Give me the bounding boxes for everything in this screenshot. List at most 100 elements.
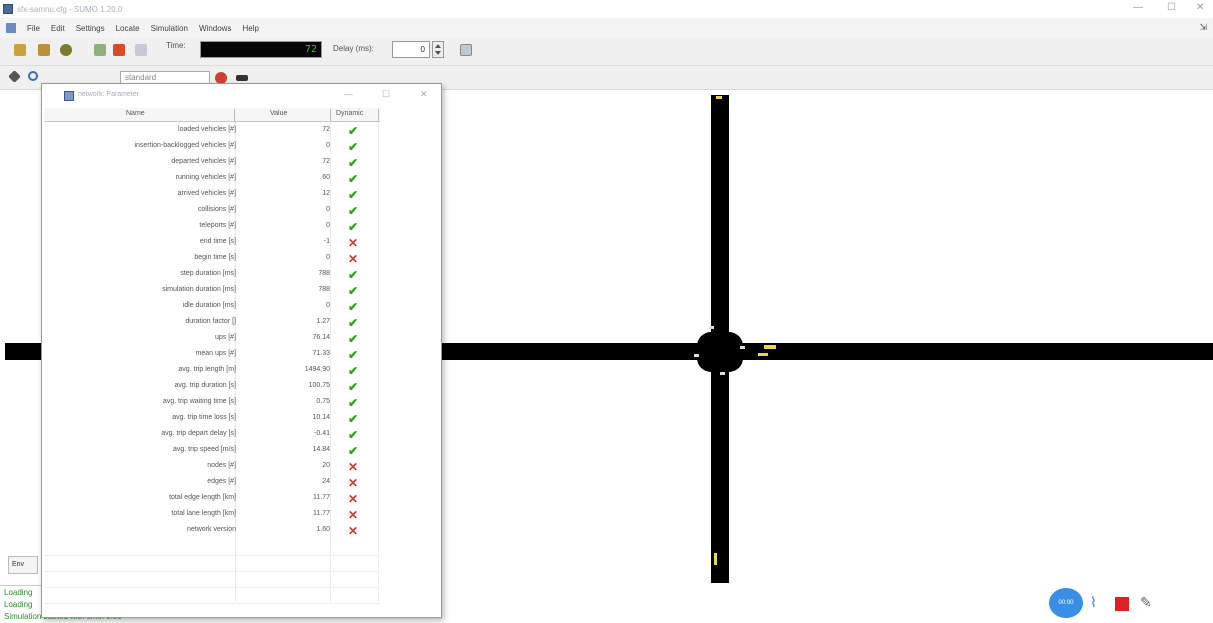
table-row[interactable]: begin time [s] 0 ✕	[44, 251, 380, 267]
parameter-name: collisions [#]	[197, 206, 236, 213]
table-row[interactable]: avg. trip duration [s] 100.75 ✔	[44, 379, 380, 395]
menu-file[interactable]: File	[27, 24, 40, 33]
delay-input[interactable]: 0	[392, 41, 430, 58]
table-header: Name Value Dynamic	[44, 108, 380, 122]
table-row[interactable]: insertion-backlogged vehicles [#] 0 ✔	[44, 139, 380, 155]
vehicle-marker[interactable]	[714, 553, 717, 565]
table-row[interactable]: network version 1.60 ✕	[44, 523, 380, 539]
parameter-name: loaded vehicles [#]	[178, 126, 236, 133]
parameter-value: 0.75	[316, 398, 330, 405]
menu-edit[interactable]: Edit	[51, 24, 65, 33]
stop-icon[interactable]	[113, 44, 125, 56]
zoom-icon[interactable]	[28, 71, 38, 81]
dialog-maximize-icon[interactable]: ☐	[382, 89, 390, 100]
table-row[interactable]: end time [s] -1 ✕	[44, 235, 380, 251]
maximize-icon[interactable]: ☐	[1167, 2, 1176, 13]
table-row[interactable]: arrived vehicles [#] 12 ✔	[44, 187, 380, 203]
dialog-titlebar[interactable]: network: Parameter — ☐ ✕	[42, 84, 441, 106]
menu-help[interactable]: Help	[242, 24, 258, 33]
delay-spinner[interactable]	[432, 41, 444, 58]
table-row[interactable]: idle duration [ms] 0 ✔	[44, 299, 380, 315]
vehicle-marker[interactable]	[758, 353, 768, 356]
menu-bar: File Edit Settings Locate Simulation Win…	[0, 18, 1213, 38]
minimize-icon[interactable]: —	[1133, 2, 1143, 13]
close-icon[interactable]: ✕	[1196, 2, 1204, 13]
table-row[interactable]: collisions [#] 0 ✔	[44, 203, 380, 219]
table-row[interactable]: avg. trip length [m] 1494.90 ✔	[44, 363, 380, 379]
menu-simulation[interactable]: Simulation	[151, 24, 188, 33]
dialog-icon	[64, 91, 74, 101]
parameter-name: idle duration [ms]	[182, 302, 236, 309]
table-row[interactable]: step duration [ms] 788 ✔	[44, 267, 380, 283]
parameter-name: avg. trip length [m]	[178, 366, 236, 373]
table-row[interactable]: loaded vehicles [#] 72 ✔	[44, 123, 380, 139]
vehicle-marker[interactable]	[716, 96, 722, 99]
microphone-icon[interactable]: ⌇	[1090, 594, 1097, 611]
table-row[interactable]: simulation duration [ms] 788 ✔	[44, 283, 380, 299]
column-value[interactable]: Value	[270, 110, 287, 117]
dialog-title: network: Parameter	[78, 91, 140, 98]
check-icon: ✔	[348, 380, 359, 394]
cross-icon: ✕	[348, 508, 359, 522]
table-row[interactable]: edges [#] 24 ✕	[44, 475, 380, 491]
check-icon: ✔	[348, 172, 359, 186]
parameter-name: total lane length [km]	[171, 510, 236, 517]
column-separator[interactable]	[330, 109, 331, 121]
parameter-name: arrived vehicles [#]	[177, 190, 236, 197]
title-bar: sfx-samnu.cfg - SUMO 1.20.0 — ☐ ✕	[0, 0, 1213, 18]
table-row[interactable]: mean ups [#] 71.33 ✔	[44, 347, 380, 363]
table-row[interactable]: departed vehicles [#] 72 ✔	[44, 155, 380, 171]
dialog-minimize-icon[interactable]: —	[344, 89, 353, 99]
parameter-name: edges [#]	[207, 478, 236, 485]
table-row[interactable]: avg. trip waiting time [s] 0.75 ✔	[44, 395, 380, 411]
menu-settings[interactable]: Settings	[76, 24, 105, 33]
cross-icon: ✕	[348, 524, 359, 538]
table-row[interactable]: running vehicles [#] 60 ✔	[44, 171, 380, 187]
table-row[interactable]: ups [#] 76.14 ✔	[44, 331, 380, 347]
recorder-bubble[interactable]: 00:00	[1049, 588, 1083, 618]
table-row[interactable]: total edge length [km] 11.77 ✕	[44, 491, 380, 507]
parameter-name: duration factor []	[185, 318, 236, 325]
column-separator[interactable]	[378, 109, 379, 121]
table-row[interactable]: avg. trip time loss [s] 10.14 ✔	[44, 411, 380, 427]
stop-recording-icon[interactable]	[1115, 597, 1129, 611]
table-row[interactable]: nodes [#] 20 ✕	[44, 459, 380, 475]
vehicle-marker[interactable]	[764, 345, 776, 349]
parameter-name: mean ups [#]	[195, 350, 236, 357]
table-row[interactable]: duration factor [] 1.27 ✔	[44, 315, 380, 331]
dialog-close-icon[interactable]: ✕	[420, 89, 428, 100]
parameter-value: 20	[322, 462, 330, 469]
open-config-icon[interactable]	[14, 44, 26, 56]
column-separator[interactable]	[234, 109, 235, 121]
traffic-light-north	[709, 326, 714, 329]
window-toggle-icon[interactable]	[460, 44, 472, 56]
parameter-value: 0	[326, 142, 330, 149]
table-row[interactable]: avg. trip depart delay [s] -0.41 ✔	[44, 427, 380, 443]
open-network-icon[interactable]	[38, 44, 50, 56]
env-button[interactable]: Env	[8, 556, 38, 574]
junction[interactable]	[697, 332, 743, 372]
column-dynamic[interactable]: Dynamic	[336, 110, 363, 117]
table-row[interactable]: teleports [#] 0 ✔	[44, 219, 380, 235]
parameter-value: 0	[326, 302, 330, 309]
parameter-name: avg. trip waiting time [s]	[162, 398, 236, 405]
parameter-name: begin time [s]	[194, 254, 236, 261]
cross-icon: ✕	[348, 492, 359, 506]
column-name[interactable]: Name	[126, 110, 145, 117]
run-icon[interactable]	[94, 44, 106, 56]
table-row[interactable]: avg. trip speed [m/s] 14.84 ✔	[44, 443, 380, 459]
check-icon: ✔	[348, 348, 359, 362]
empty-row	[44, 587, 380, 588]
table-row[interactable]: total lane length [km] 11.77 ✕	[44, 507, 380, 523]
check-icon: ✔	[348, 156, 359, 170]
pen-icon[interactable]: ✎	[1140, 594, 1152, 611]
menu-windows[interactable]: Windows	[199, 24, 231, 33]
step-icon[interactable]	[135, 44, 147, 56]
sumo-app-icon	[3, 4, 13, 14]
edit-icon[interactable]	[236, 75, 248, 81]
menu-locate[interactable]: Locate	[116, 24, 140, 33]
parameter-value: 1494.90	[304, 366, 330, 373]
pin-icon[interactable]: ⇲	[1199, 22, 1207, 33]
reload-icon[interactable]	[60, 44, 72, 56]
parameter-value: -0.41	[314, 430, 330, 437]
